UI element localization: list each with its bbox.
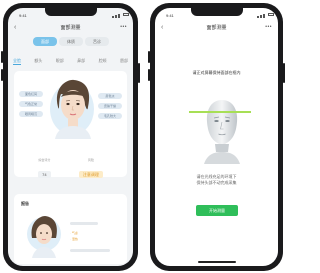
report-title: 报告 <box>21 201 29 206</box>
page-title: 面部测量 <box>60 25 81 31</box>
metric-risk: 风险 注意调理 <box>78 158 103 178</box>
report-text-line <box>70 249 110 252</box>
report-card[interactable]: 报告 · 气虚 · 湿热 <box>14 194 127 264</box>
battery-icon <box>123 13 129 16</box>
volume-button <box>1 69 3 81</box>
tab-forehead[interactable]: 额头 <box>34 57 42 65</box>
report-tag: · 湿热 <box>70 237 78 241</box>
tab-lips[interactable]: 唇部 <box>120 57 128 65</box>
signal-icon <box>112 13 123 18</box>
nav-bar: ‹ 面部测量 ••• <box>155 21 278 34</box>
start-measure-button[interactable]: 开始测量 <box>196 205 238 216</box>
description-line: 保持头部不动完成采集 <box>196 180 237 185</box>
metric-score: 综合评分 74 <box>38 158 51 178</box>
segment-face[interactable]: 面部 <box>33 37 57 46</box>
right-phone: 9:41 ‹ 面部测量 ••• 请正对屏幕保持面部在框内 请在光线充足的环境下 … <box>148 3 285 271</box>
tab-cheeks[interactable]: 脸颊 <box>99 57 107 65</box>
report-face-thumbnail <box>27 216 61 258</box>
camera-hint: 请正对屏幕保持面部在框内 <box>192 70 241 75</box>
face-illustration <box>55 79 91 139</box>
volume-button <box>148 51 150 63</box>
volume-button <box>1 51 3 63</box>
face-chip: 毛孔较大 <box>98 113 122 119</box>
page-title: 面部测量 <box>206 25 227 31</box>
left-screen: 9:41 ‹ 面部测量 ••• 面部 体质 舌诊 全脸 额头 眼部 鼻部 脸颊 … <box>8 8 133 266</box>
segment-body[interactable]: 体质 <box>59 37 83 46</box>
scan-line <box>189 111 251 113</box>
notch <box>190 8 243 16</box>
notch <box>44 8 97 16</box>
power-button <box>138 63 140 83</box>
nav-bar: ‹ 面部测量 ••• <box>8 21 133 34</box>
face-chip: 气色正常 <box>19 101 43 107</box>
more-icon[interactable]: ••• <box>265 24 272 30</box>
head-scan-illustration <box>204 100 240 164</box>
face-chip: 皮肤干燥 <box>98 103 122 109</box>
scan-description: 请在光线充足的环境下 保持头部不动完成采集 <box>155 174 278 186</box>
report-text-line <box>70 222 98 225</box>
metrics-row: 综合评分 74 风险 注意调理 <box>24 158 117 178</box>
tab-nose[interactable]: 鼻部 <box>77 57 85 65</box>
face-chip: 面色红润 <box>19 91 43 97</box>
segment-tongue[interactable]: 舌诊 <box>85 37 109 46</box>
battery-icon <box>268 13 274 16</box>
metric-value: 注意调理 <box>78 171 103 178</box>
report-tag: · 气虚 <box>70 231 78 235</box>
right-screen: 9:41 ‹ 面部测量 ••• 请正对屏幕保持面部在框内 请在光线充足的环境下 … <box>155 8 278 266</box>
face-analysis-card: 面色红润 气色正常 眼周暗沉 唇色淡 皮肤干燥 毛孔较大 综合评分 74 风险 … <box>14 71 127 178</box>
signal-icon <box>257 13 268 18</box>
status-time: 9:41 <box>166 13 174 18</box>
left-phone: 9:41 ‹ 面部测量 ••• 面部 体质 舌诊 全脸 额头 眼部 鼻部 脸颊 … <box>1 3 140 271</box>
status-time: 9:41 <box>19 13 27 18</box>
metric-label: 综合评分 <box>38 158 51 162</box>
volume-button <box>148 69 150 81</box>
metric-label: 风险 <box>87 158 94 162</box>
home-indicator <box>197 261 236 263</box>
feature-tabs: 全脸 额头 眼部 鼻部 脸颊 唇部 <box>13 57 128 65</box>
segment-control: 面部 体质 舌诊 <box>32 37 110 46</box>
power-button <box>283 63 285 83</box>
face-chip: 眼周暗沉 <box>19 111 43 117</box>
tab-full-face[interactable]: 全脸 <box>13 57 21 65</box>
tab-eyes[interactable]: 眼部 <box>56 57 64 65</box>
face-chip: 唇色淡 <box>98 93 122 99</box>
metric-value: 74 <box>38 171 51 178</box>
more-icon[interactable]: ••• <box>120 24 127 30</box>
